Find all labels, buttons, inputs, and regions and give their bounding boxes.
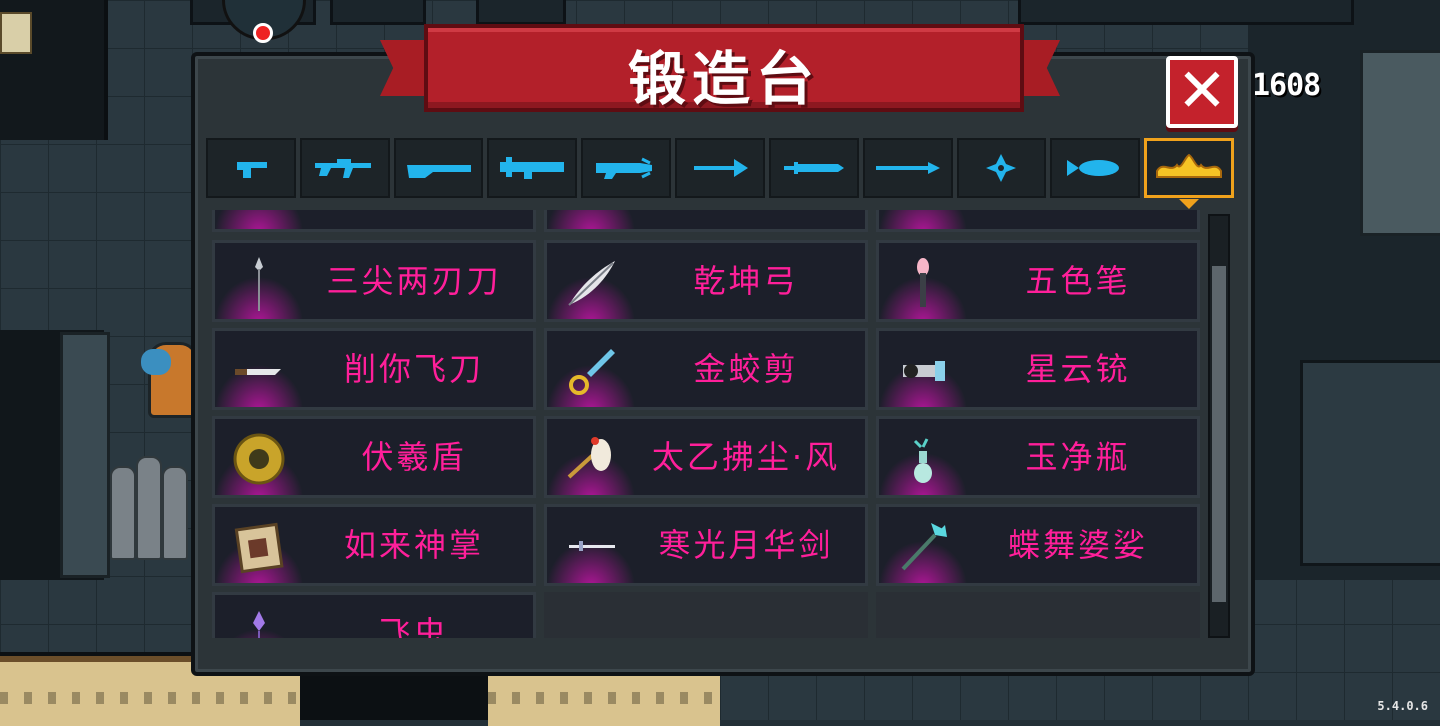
weapon-card[interactable]: 玉净瓶 [876,416,1200,498]
weapon-card[interactable]: 削你飞刀 [212,328,536,410]
cabinet [1360,50,1440,236]
tab-launcher[interactable] [487,138,578,198]
version-label: 5.4.0.6 [1377,699,1428,713]
weapon-card[interactable]: 星云铳 [876,328,1200,410]
weapon-card[interactable]: 如来神掌 [212,504,536,586]
weapon-name: 星云铳 [1025,350,1131,388]
top-obstacle [476,0,566,25]
weapon-card[interactable]: 寒光月华剑 [544,504,868,586]
brush-icon [917,258,929,307]
list-scrollbar[interactable] [1208,214,1230,638]
compass-marker-icon [253,23,273,43]
active-tab-indicator-icon [1179,199,1200,209]
tab-legendary[interactable] [1144,138,1234,209]
buddha-palm-book-icon [234,522,284,574]
bow-icon [693,159,748,177]
weapon-card[interactable]: 太乙拂尘·风 [544,416,868,498]
weapon-row: 如来神掌 寒光月华剑 蝶舞婆娑 [212,504,1200,588]
bagua-shield-icon [233,433,285,485]
machine [60,332,110,578]
scrollbar-thumb[interactable] [1212,266,1226,602]
flying-bug-icon [253,611,265,638]
weapon-card[interactable]: 三尖两刃刀 [212,240,536,322]
sword-icon [783,162,844,174]
butterfly-staff-icon [901,523,947,571]
weapon-name: 乾坤弓 [693,262,799,300]
weapon-name: 蝶舞婆娑 [1007,526,1148,564]
feather-bow-icon [568,261,615,306]
weapon-row: 飞虫 [212,592,1200,638]
weapon-card[interactable]: 伏羲盾 [212,416,536,498]
notice-sign [0,12,32,54]
weapon-name: 五色笔 [1025,262,1131,300]
weapon-card[interactable]: 蝶舞婆娑 [876,504,1200,586]
fish-icon [1067,160,1120,176]
close-icon: ✕ [1176,56,1228,126]
nebula-gun-icon [903,361,945,381]
weapon-name: 寒光月华剑 [658,526,834,564]
weapon-card[interactable] [876,210,1200,232]
top-obstacle [330,0,426,25]
weapon-name: 如来神掌 [343,526,484,564]
weapon-card[interactable]: 金蛟剪 [544,328,868,410]
tab-shuriken[interactable] [956,138,1047,198]
tab-fish[interactable] [1050,138,1141,198]
weapon-card[interactable] [544,210,868,232]
whisk-icon [567,437,611,479]
weapon-row: 三尖两刃刀 乾坤弓 五色笔 [212,240,1200,324]
weapon-row [212,210,1200,234]
trident-blade-icon [255,257,263,311]
tab-rifle[interactable] [299,138,390,198]
weapon-card[interactable] [212,210,536,232]
weapon-name: 金蛟剪 [693,350,799,388]
weapon-row: 伏羲盾 太乙拂尘·风 玉净瓶 [212,416,1200,500]
pistol-icon [236,162,267,178]
gem-count: 1608 [1252,68,1321,103]
shuriken-icon [986,154,1017,182]
moon-sword-icon [569,541,615,551]
empty-slot [876,592,1200,638]
tab-laser[interactable] [581,138,672,198]
spear-icon [875,162,940,174]
weapon-list[interactable]: 三尖两刃刀 乾坤弓 五色笔 削你飞刀 金蛟剪 星云铳 伏羲盾 太乙拂尘·风 玉净… [212,210,1200,638]
jade-vase-icon [913,438,932,483]
weapon-name: 削你飞刀 [343,350,484,388]
title-banner: 锻造台 [424,24,1024,113]
page-title: 锻造台 [627,45,820,113]
weapon-category-tabs [206,138,1234,209]
crown-icon [1156,153,1223,178]
weapon-name: 太乙拂尘·风 [651,438,841,476]
close-button[interactable]: ✕ [1166,56,1238,128]
empty-slot [544,592,868,638]
top-obstacle [1018,0,1354,25]
flying-knife-icon [235,369,281,375]
weapon-name: 飞虫 [378,614,449,638]
gas-tanks [110,450,190,560]
laser-icon [596,157,653,179]
crates [1300,360,1440,566]
weapon-card[interactable]: 乾坤弓 [544,240,868,322]
tab-shotgun[interactable] [393,138,484,198]
weapon-row: 削你飞刀 金蛟剪 星云铳 [212,328,1200,412]
weapon-card[interactable]: 五色笔 [876,240,1200,322]
weapon-name: 三尖两刃刀 [326,262,502,300]
weapon-name: 玉净瓶 [1025,438,1131,476]
shotgun-icon [406,165,471,178]
weapon-card[interactable]: 飞虫 [212,592,536,638]
golden-scissors-icon [569,349,615,395]
tab-bow[interactable] [675,138,765,198]
rifle-icon [314,159,371,178]
tab-pistol[interactable] [206,138,296,198]
tab-spear[interactable] [862,138,953,198]
launcher-icon [500,157,565,179]
weapon-name: 伏羲盾 [361,438,467,476]
tab-sword[interactable] [768,138,859,198]
